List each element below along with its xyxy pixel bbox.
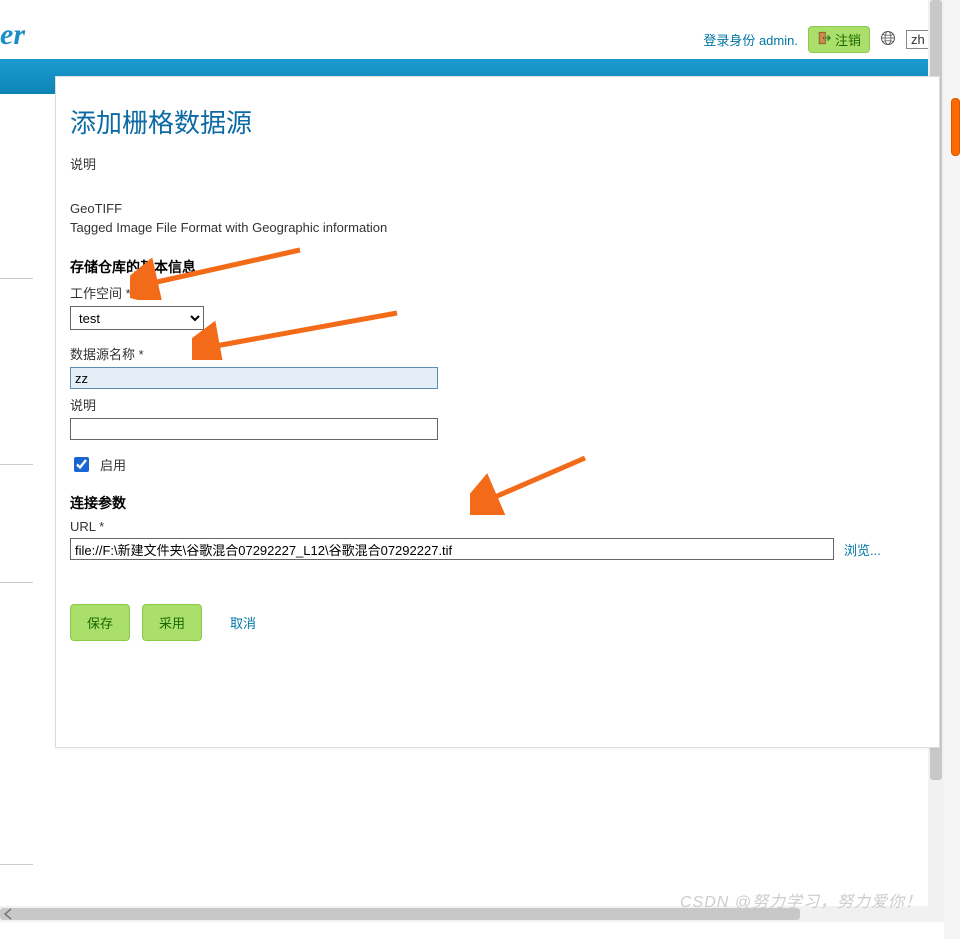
format-desc: Tagged Image File Format with Geographic… [70,220,919,235]
datasource-name-input[interactable] [70,367,438,389]
globe-icon [880,30,896,49]
sidebar [0,94,55,914]
workspace-select[interactable]: test [70,306,204,330]
description-label: 说明 [70,395,919,414]
page-desc-label: 说明 [70,154,919,173]
annotation-arrow-icon [470,450,590,515]
scrollbar-thumb[interactable] [951,98,960,156]
watermark: CSDN @努力学习，努力爱你！ [680,888,922,912]
description-input[interactable] [70,418,438,440]
logout-label: 注销 [835,30,861,49]
outer-vertical-scrollbar[interactable] [944,0,960,939]
sidebar-divider [0,278,33,279]
app-viewport: er 登录身份 admin. 注销 zh 添加栅格数据源 说明 [0,0,944,922]
scroll-left-arrow-icon[interactable] [2,908,14,920]
login-info: 登录身份 admin. [703,30,798,49]
header-right: 登录身份 admin. 注销 zh [703,26,934,53]
enable-label: 启用 [100,455,126,474]
format-name: GeoTIFF [70,201,919,216]
login-prefix: 登录身份 [703,33,755,48]
door-icon [817,31,831,48]
save-button[interactable]: 保存 [70,604,130,641]
main-panel: 添加栅格数据源 说明 GeoTIFF Tagged Image File For… [55,76,940,748]
sidebar-divider [0,464,33,465]
sidebar-divider [0,582,33,583]
url-label: URL * [70,519,919,534]
logo-fragment: er [0,18,25,52]
url-input[interactable] [70,538,834,560]
sidebar-divider [0,864,33,865]
cancel-link[interactable]: 取消 [230,613,256,632]
username: admin. [759,33,798,48]
url-row: 浏览... [70,538,919,560]
page-title: 添加栅格数据源 [70,103,919,140]
logout-button[interactable]: 注销 [808,26,870,53]
header: er 登录身份 admin. 注销 zh [0,0,944,60]
annotation-arrow-icon [192,305,402,360]
browse-link[interactable]: 浏览... [844,540,881,559]
annotation-arrow-icon [130,240,305,300]
enable-checkbox[interactable] [74,457,89,472]
button-row: 保存 采用 取消 [70,604,919,641]
apply-button[interactable]: 采用 [142,604,202,641]
